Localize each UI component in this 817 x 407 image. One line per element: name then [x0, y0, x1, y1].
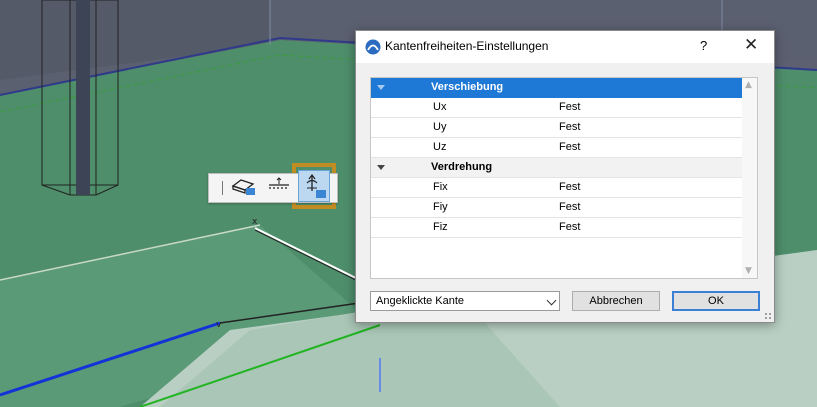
- ok-button[interactable]: OK: [672, 291, 760, 311]
- dialog-titlebar[interactable]: Kantenfreiheiten-Einstellungen ? ✕: [356, 31, 774, 63]
- list-row-fix[interactable]: Fix Fest: [371, 178, 744, 198]
- cancel-button[interactable]: Abbrechen: [572, 291, 660, 311]
- slab-edit-icon[interactable]: [231, 176, 261, 200]
- scope-select[interactable]: Angeklickte Kante: [370, 291, 560, 311]
- group-row-verschiebung[interactable]: Verschiebung: [371, 78, 744, 98]
- svg-text:x: x: [252, 217, 258, 227]
- dialog-title: Kantenfreiheiten-Einstellungen: [385, 39, 549, 53]
- list-row-ux[interactable]: Ux Fest: [371, 98, 744, 118]
- vertical-scrollbar[interactable]: ▲ ▼: [742, 78, 757, 278]
- edge-align-icon[interactable]: [267, 176, 297, 200]
- group-row-verdrehung[interactable]: Verdrehung: [371, 158, 744, 178]
- list-row-uy[interactable]: Uy Fest: [371, 118, 744, 138]
- chevron-down-icon: [546, 295, 557, 306]
- collapse-triangle-icon[interactable]: [377, 85, 385, 90]
- scroll-down-icon[interactable]: ▼: [745, 266, 752, 276]
- collapse-triangle-icon[interactable]: [377, 165, 385, 170]
- archicad-logo-icon: [365, 39, 381, 55]
- edge-release-dialog: Kantenfreiheiten-Einstellungen ? ✕ Versc…: [355, 30, 775, 323]
- list-row-uz[interactable]: Uz Fest: [371, 138, 744, 158]
- list-row-fiz[interactable]: Fiz Fest: [371, 218, 744, 238]
- help-button[interactable]: ?: [700, 38, 707, 53]
- resize-grip-icon[interactable]: [764, 312, 772, 320]
- scroll-up-icon[interactable]: ▲: [745, 80, 752, 90]
- edge-support-icon[interactable]: [298, 170, 330, 202]
- release-settings-list[interactable]: Verschiebung Ux Fest Uy Fest Uz Fest Ver…: [370, 77, 758, 279]
- svg-text:v: v: [216, 320, 222, 330]
- toolbar-separator: [222, 181, 223, 195]
- list-row-fiy[interactable]: Fiy Fest: [371, 198, 744, 218]
- close-button[interactable]: ✕: [744, 35, 758, 55]
